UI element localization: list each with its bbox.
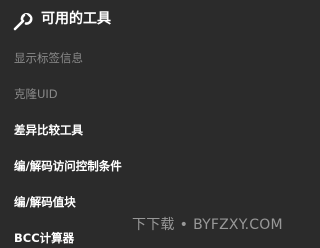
watermark-prefix: 下下载 [132, 217, 175, 233]
watermark: 下下载 • BYFZXY.COM [132, 212, 283, 238]
menu-item-label: 差异比较工具 [14, 123, 83, 137]
menu-item-label: 显示标签信息 [14, 51, 83, 65]
menu-item-access-conditions-codec[interactable]: 编/解码访问控制条件 [0, 148, 297, 184]
watermark-separator: • [179, 217, 189, 233]
section-title: 可用的工具 [41, 11, 111, 27]
menu-item-label: 编/解码值块 [14, 195, 76, 209]
section-header: 可用的工具 [0, 0, 297, 40]
menu-item-label: 编/解码访问控制条件 [14, 159, 122, 173]
menu-item-diff-tool[interactable]: 差异比较工具 [0, 112, 297, 148]
menu-item-label: BCC计算器 [14, 231, 75, 245]
menu-item-label: 克隆UID [14, 87, 58, 101]
menu-item-show-tag-info[interactable]: 显示标签信息 [0, 40, 297, 76]
menu-item-clone-uid[interactable]: 克隆UID [0, 76, 297, 112]
wrench-icon [12, 10, 34, 32]
watermark-site: BYFZXY.COM [193, 217, 283, 233]
